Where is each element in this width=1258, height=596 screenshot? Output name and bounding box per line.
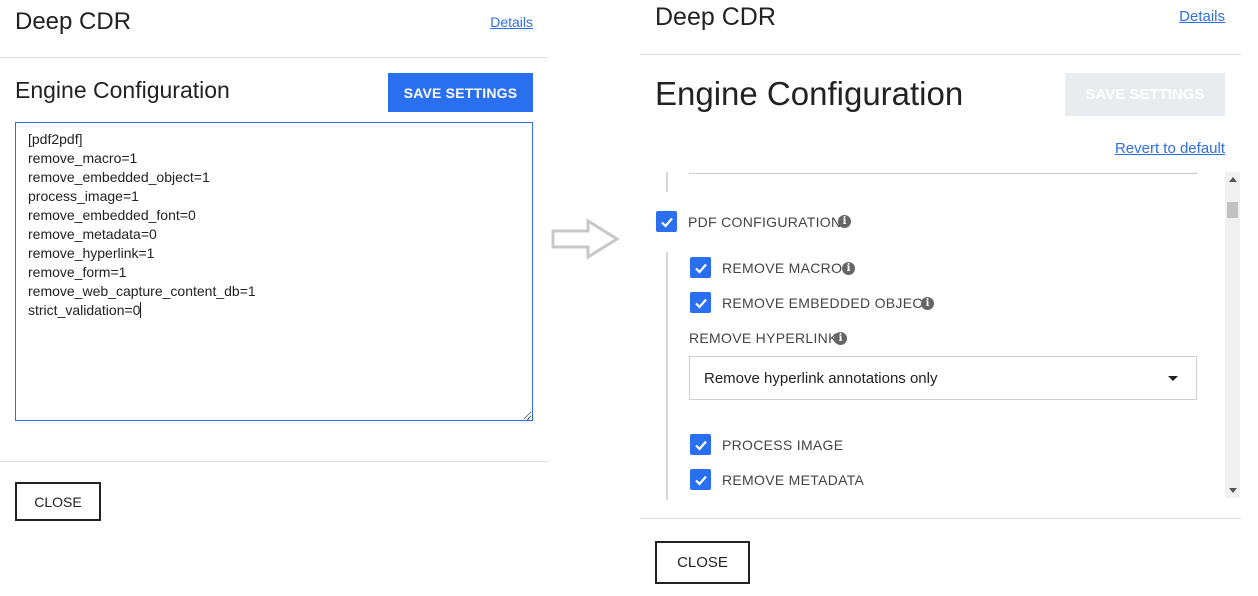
- divider: [640, 54, 1241, 55]
- divider: [0, 461, 548, 462]
- revert-to-default-link[interactable]: Revert to default: [1115, 140, 1225, 157]
- tree-line: [666, 252, 668, 500]
- config-line: remove_metadata=0: [28, 226, 157, 242]
- arrow-right-icon: [551, 218, 620, 260]
- divider: [0, 57, 548, 58]
- config-line: remove_embedded_object=1: [28, 169, 210, 185]
- checkmark-icon: [694, 298, 707, 309]
- config-line: remove_macro=1: [28, 150, 138, 166]
- resize-grip-icon[interactable]: [521, 409, 531, 419]
- config-line: remove_web_capture_content_db=1: [28, 283, 256, 299]
- save-settings-button[interactable]: SAVE SETTINGS: [388, 73, 533, 112]
- close-button[interactable]: CLOSE: [15, 482, 101, 521]
- checkmark-icon: [694, 440, 707, 451]
- config-line: remove_hyperlink=1: [28, 245, 155, 261]
- select-value: Remove hyperlink annotations only: [704, 370, 938, 387]
- remove-embedded-object-label: REMOVE EMBEDDED OBJECT: [722, 295, 932, 311]
- close-button[interactable]: CLOSE: [655, 541, 750, 584]
- config-line: strict_validation=0: [28, 302, 141, 318]
- remove-embedded-object-checkbox[interactable]: [690, 292, 711, 313]
- info-icon[interactable]: i: [834, 332, 847, 345]
- divider: [640, 518, 1241, 519]
- process-image-checkbox[interactable]: [690, 434, 711, 455]
- scrollbar-thumb[interactable]: [1227, 202, 1238, 218]
- tree-line: [666, 172, 668, 192]
- dialog-title: Deep CDR: [15, 8, 132, 35]
- left-dialog: Deep CDR Details Engine Configuration SA…: [0, 0, 548, 596]
- checkmark-icon: [694, 475, 707, 486]
- config-textarea[interactable]: [pdf2pdf] remove_macro=1 remove_embedded…: [15, 122, 533, 421]
- remove-macro-checkbox[interactable]: [690, 257, 711, 278]
- config-options-list[interactable]: PDF CONFIGURATION i REMOVE MACRO i REMOV…: [655, 172, 1237, 500]
- config-line: [pdf2pdf]: [28, 131, 83, 147]
- info-icon[interactable]: i: [838, 215, 851, 228]
- remove-metadata-label: REMOVE METADATA: [722, 472, 865, 488]
- remove-hyperlink-select[interactable]: Remove hyperlink annotations only: [689, 356, 1197, 400]
- config-line: remove_embedded_font=0: [28, 207, 196, 223]
- info-icon[interactable]: i: [842, 262, 855, 275]
- config-line: process_image=1: [28, 188, 139, 204]
- config-line: remove_form=1: [28, 264, 127, 280]
- checkmark-icon: [660, 217, 673, 228]
- process-image-label: PROCESS IMAGE: [722, 437, 844, 453]
- dialog-title: Deep CDR: [655, 3, 776, 31]
- remove-hyperlink-label: REMOVE HYPERLINK: [689, 330, 838, 346]
- section-heading: Engine Configuration: [655, 75, 964, 112]
- scroll-up-icon[interactable]: [1229, 177, 1237, 182]
- save-settings-button[interactable]: SAVE SETTINGS: [1065, 73, 1225, 116]
- section-heading: Engine Configuration: [15, 77, 230, 103]
- checkmark-icon: [694, 263, 707, 274]
- vertical-scrollbar[interactable]: [1225, 172, 1240, 498]
- chevron-down-icon: [1168, 376, 1178, 381]
- right-dialog: Deep CDR Details Engine Configuration SA…: [640, 0, 1241, 596]
- details-link[interactable]: Details: [1179, 8, 1225, 25]
- previous-field: [689, 172, 1197, 174]
- remove-macro-label: REMOVE MACRO: [722, 260, 843, 276]
- remove-metadata-checkbox[interactable]: [690, 469, 711, 490]
- scroll-down-icon[interactable]: [1229, 488, 1237, 493]
- info-icon[interactable]: i: [921, 297, 934, 310]
- text-caret: [140, 302, 142, 318]
- details-link[interactable]: Details: [490, 14, 533, 30]
- pdf-configuration-label: PDF CONFIGURATION: [688, 214, 842, 230]
- pdf-configuration-checkbox[interactable]: [656, 211, 677, 232]
